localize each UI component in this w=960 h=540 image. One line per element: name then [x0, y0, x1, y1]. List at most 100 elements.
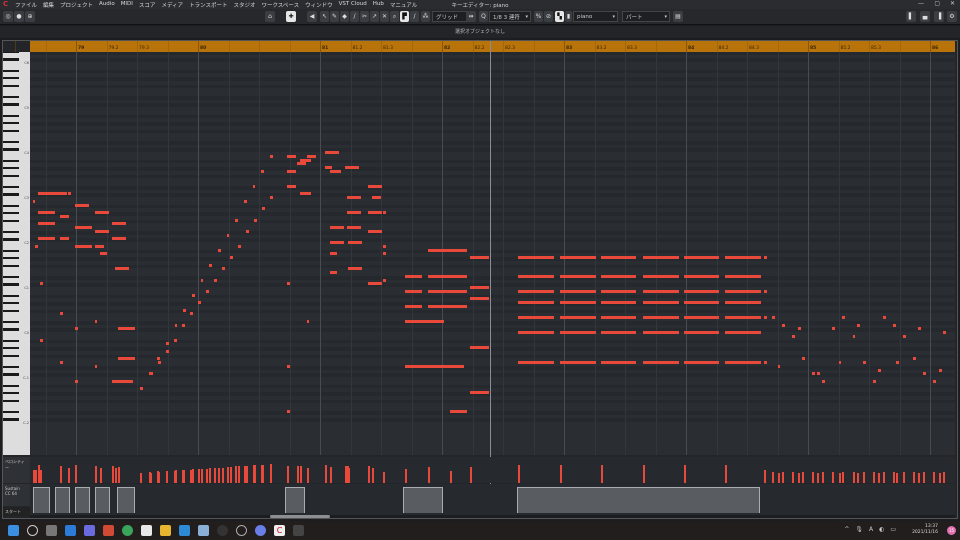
midi-note[interactable]	[725, 316, 761, 319]
black-key[interactable]	[3, 339, 19, 342]
midi-note[interactable]	[158, 361, 161, 364]
black-key[interactable]	[3, 294, 19, 297]
black-key[interactable]	[3, 320, 19, 324]
midi-note[interactable]	[383, 278, 386, 282]
velocity-bar[interactable]	[235, 466, 238, 483]
midi-note[interactable]	[427, 289, 467, 293]
midi-note[interactable]	[235, 218, 238, 222]
midi-note[interactable]	[287, 154, 297, 158]
scrollbar-thumb[interactable]	[270, 515, 330, 518]
app-icon[interactable]	[103, 525, 114, 536]
midi-note[interactable]	[60, 361, 63, 364]
midi-note[interactable]	[470, 391, 490, 394]
black-key[interactable]	[3, 373, 19, 376]
midi-note[interactable]	[367, 184, 382, 188]
midi-note[interactable]	[182, 323, 185, 327]
velocity-bar[interactable]	[600, 466, 603, 483]
midi-note[interactable]	[230, 256, 233, 259]
velocity-bar[interactable]	[896, 472, 899, 483]
time-warp-tool-icon[interactable]: /	[410, 11, 419, 22]
midi-note[interactable]	[261, 169, 265, 173]
menu-item[interactable]: MIDI	[121, 1, 133, 9]
black-key[interactable]	[3, 140, 19, 144]
midi-note[interactable]	[642, 331, 679, 334]
minimize-button[interactable]: —	[918, 0, 924, 7]
midi-note[interactable]	[383, 252, 386, 256]
midi-note[interactable]	[405, 319, 445, 323]
velocity-bar[interactable]	[792, 471, 795, 483]
black-key[interactable]	[3, 193, 19, 196]
velocity-bar[interactable]	[892, 471, 895, 483]
velocity-bar[interactable]	[40, 469, 42, 483]
midi-note[interactable]	[764, 361, 768, 364]
trim-tool-icon[interactable]: /	[350, 11, 359, 22]
velocity-bar[interactable]	[200, 468, 203, 483]
audition-icon[interactable]: ◀	[307, 11, 317, 22]
midi-note[interactable]	[683, 301, 720, 304]
velocity-bar[interactable]	[330, 468, 333, 483]
midi-note[interactable]	[470, 286, 490, 289]
photos-icon[interactable]	[198, 525, 209, 536]
midi-note[interactable]	[287, 282, 290, 286]
black-key[interactable]	[3, 392, 19, 395]
track-dropdown[interactable]: piano	[573, 11, 618, 22]
midi-note[interactable]	[517, 301, 554, 304]
midi-note[interactable]	[560, 256, 596, 259]
black-key[interactable]	[3, 399, 19, 402]
midi-note[interactable]	[683, 256, 720, 259]
midi-note[interactable]	[725, 274, 761, 278]
right-zone-icon[interactable]: ▐	[934, 11, 944, 22]
velocity-bar[interactable]	[297, 466, 300, 483]
velocity-bar[interactable]	[642, 466, 645, 483]
length-quantize-icon[interactable]: %	[534, 11, 543, 22]
velocity-bar[interactable]	[230, 466, 233, 483]
midi-note[interactable]	[939, 368, 943, 372]
black-key[interactable]	[3, 129, 19, 132]
midi-note[interactable]	[725, 361, 761, 364]
midi-note[interactable]	[427, 274, 467, 278]
midi-note[interactable]	[37, 237, 55, 241]
velocity-bar[interactable]	[842, 471, 845, 483]
velocity-bar[interactable]	[205, 468, 208, 483]
midi-note[interactable]	[330, 271, 337, 274]
velocity-bar[interactable]	[782, 471, 785, 483]
midi-note[interactable]	[832, 327, 836, 331]
midi-note[interactable]	[111, 379, 133, 383]
midi-note[interactable]	[94, 319, 98, 323]
black-key[interactable]	[3, 148, 19, 151]
velocity-bar[interactable]	[324, 467, 327, 483]
black-key[interactable]	[3, 302, 19, 305]
midi-note[interactable]	[75, 379, 78, 383]
midi-note[interactable]	[245, 229, 249, 233]
menu-item[interactable]: スコア	[139, 1, 156, 9]
black-key[interactable]	[3, 174, 19, 177]
velocity-bar[interactable]	[764, 469, 767, 483]
midi-note[interactable]	[683, 361, 720, 364]
midi-note[interactable]	[183, 308, 187, 312]
menu-item[interactable]: トランスポート	[189, 1, 227, 9]
menu-item[interactable]: Hub	[373, 1, 384, 9]
app-icon-2[interactable]	[217, 525, 228, 536]
velocity-bar[interactable]	[299, 466, 302, 483]
midi-note[interactable]	[600, 331, 637, 334]
velocity-bar[interactable]	[218, 467, 221, 483]
midi-note[interactable]	[405, 364, 465, 368]
midi-note[interactable]	[517, 256, 554, 259]
velocity-bar[interactable]	[812, 471, 815, 483]
midi-note[interactable]	[35, 244, 38, 248]
velocity-bar[interactable]	[94, 469, 97, 483]
midi-note[interactable]	[792, 334, 796, 338]
black-key[interactable]	[3, 219, 19, 222]
black-key[interactable]	[3, 77, 19, 80]
midi-note[interactable]	[427, 304, 467, 308]
black-key[interactable]	[3, 257, 19, 260]
velocity-bar[interactable]	[111, 467, 114, 483]
velocity-bar[interactable]	[165, 471, 168, 483]
velocity-bar[interactable]	[198, 469, 200, 483]
midi-note[interactable]	[917, 327, 921, 331]
midi-note[interactable]	[642, 289, 679, 293]
velocity-bar[interactable]	[822, 471, 825, 483]
velocity-bar[interactable]	[60, 469, 63, 483]
velocity-bar[interactable]	[68, 467, 71, 483]
velocity-bar[interactable]	[237, 466, 240, 483]
